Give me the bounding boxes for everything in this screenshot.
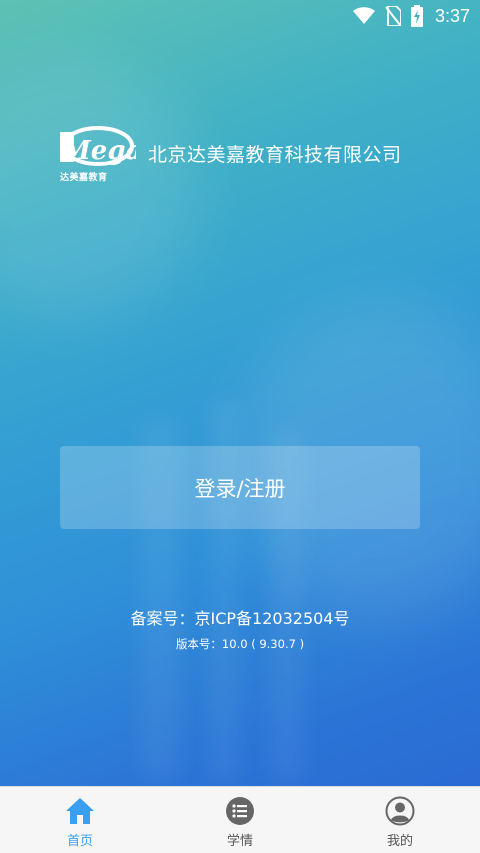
status-time: 3:37 [434,5,470,26]
brand-header: Mega 达美嘉教育 北京达美嘉教育科技有限公司 [58,122,438,184]
home-icon [65,796,95,826]
tab-study[interactable]: 学情 [160,787,320,853]
login-register-button[interactable]: 登录/注册 [60,446,420,529]
icp-record: 备案号：京ICP备12032504号 [130,609,350,628]
tab-label: 我的 [386,834,413,849]
status-bar: 3:37 [0,0,480,32]
list-icon [225,796,255,826]
version-info: 版本号：10.0 ( 9.30.7 ) [175,637,305,651]
logo-text: Mega [61,136,136,166]
user-icon [385,796,415,826]
tab-label: 首页 [66,834,93,849]
tab-mine[interactable]: 我的 [320,787,480,853]
wifi-icon [352,7,375,25]
login-register-label: 登录/注册 [194,476,286,501]
battery-charging-icon [410,5,423,27]
mega-logo: Mega 达美嘉教育 [58,122,142,184]
tab-label: 学情 [226,834,253,849]
login-screen: 3:37 Mega 达美嘉教育 北京达美嘉教育科技有限公司 登录/注册 备案号：… [0,0,480,853]
bottom-tab-bar: 首页 学情 我的 [0,786,480,853]
background-glow [0,60,200,320]
tab-home[interactable]: 首页 [0,787,160,853]
no-sim-icon [385,6,401,26]
logo-tagline: 达美嘉教育 [60,173,108,183]
company-name: 北京达美嘉教育科技有限公司 [148,144,402,166]
